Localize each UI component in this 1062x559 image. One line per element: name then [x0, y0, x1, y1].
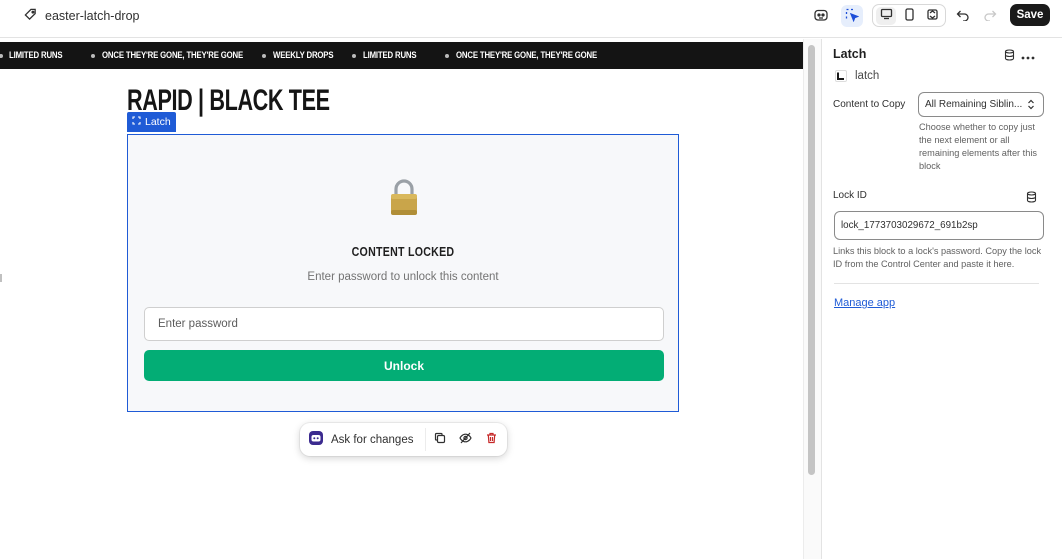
content-to-copy-select[interactable]: All Remaining Siblin...: [918, 92, 1044, 117]
marquee-item: LIMITED RUNS: [363, 50, 417, 61]
app-logo-icon: [835, 70, 847, 82]
tag-icon: [24, 8, 37, 24]
marquee-item: WEEKLY DROPS: [273, 50, 334, 61]
fullscreen-view-button[interactable]: [922, 7, 942, 25]
app-name: latch: [855, 70, 880, 82]
ask-for-changes-label: Ask for changes: [331, 433, 414, 446]
manage-app-link[interactable]: Manage app: [834, 297, 895, 309]
hide-button[interactable]: [458, 432, 472, 446]
marquee-item: LIMITED RUNS: [9, 50, 63, 61]
marquee-separator: [91, 53, 95, 58]
latch-block[interactable]: CONTENT LOCKED Enter password to unlock …: [127, 134, 679, 412]
marquee-item: ONCE THEY'RE GONE, THEY'RE GONE: [456, 50, 598, 61]
panel-divider: [834, 283, 1039, 284]
locked-heading: CONTENT LOCKED: [351, 245, 455, 259]
content-to-copy-label: Content to Copy: [833, 99, 906, 110]
canvas-scrollbar[interactable]: [803, 39, 822, 559]
lock-icon: [388, 177, 420, 217]
viewport-switcher: [872, 4, 946, 27]
toolbar-divider: [425, 428, 426, 451]
unlock-button[interactable]: Unlock: [144, 350, 664, 381]
lock-id-input[interactable]: lock_1773703029672_691b2sp: [834, 211, 1044, 240]
select-frame-icon: [132, 116, 141, 128]
marquee-separator: [0, 53, 3, 58]
mobile-view-button[interactable]: [899, 7, 919, 25]
cursor-select-icon: [845, 8, 860, 25]
chevron-up-down-icon: [1027, 98, 1035, 114]
ask-for-changes-button[interactable]: Ask for changes: [308, 430, 413, 449]
editor-canvas[interactable]: LIMITED RUNS ONCE THEY'RE GONE, THEY'RE …: [0, 39, 803, 559]
delete-button[interactable]: [484, 432, 498, 446]
save-button[interactable]: Save: [1010, 4, 1050, 26]
redo-icon: [983, 9, 997, 24]
block-label-text: Latch: [145, 116, 171, 128]
robot-icon: [813, 8, 829, 25]
theme-title[interactable]: easter-latch-drop: [24, 8, 140, 24]
eye-off-icon: [458, 432, 472, 447]
redo-button[interactable]: [979, 5, 1001, 27]
locked-subtitle: Enter password to unlock this content: [307, 271, 499, 283]
undo-icon: [956, 9, 970, 24]
canvas-edge-marker: [0, 274, 2, 282]
duplicate-button[interactable]: [433, 432, 447, 446]
inspect-button[interactable]: [841, 5, 863, 27]
content-to-copy-help: Choose whether to copy just the next ele…: [919, 122, 1037, 171]
lock-id-label: Lock ID: [833, 190, 867, 201]
settings-panel: Latch latch Content to Copy All Remainin…: [823, 39, 1062, 559]
block-label[interactable]: Latch: [127, 112, 176, 132]
top-bar: easter-latch-drop Save: [0, 0, 1062, 38]
desktop-view-button[interactable]: [876, 6, 896, 25]
dynamic-source-icon[interactable]: [1026, 191, 1037, 206]
expand-icon: [926, 8, 939, 24]
app-source-row: latch: [835, 70, 879, 82]
password-input[interactable]: Enter password: [144, 307, 664, 341]
marquee-separator: [445, 53, 449, 58]
trash-icon: [486, 432, 497, 447]
desktop-icon: [880, 8, 893, 23]
block-toolbar: Ask for changes: [300, 423, 507, 456]
mobile-icon: [904, 7, 915, 24]
more-options-icon[interactable]: [1021, 47, 1035, 63]
undo-button[interactable]: [952, 5, 974, 27]
panel-title: Latch: [833, 47, 867, 61]
marquee-separator: [352, 53, 356, 58]
scrollbar-thumb[interactable]: [808, 45, 815, 475]
duplicate-icon: [434, 432, 446, 447]
ai-assistant-button[interactable]: [810, 5, 832, 27]
lock-id-help: Links this block to a lock's password. C…: [833, 246, 1042, 269]
announcement-marquee[interactable]: LIMITED RUNS ONCE THEY'RE GONE, THEY'RE …: [0, 42, 803, 69]
theme-title-text: easter-latch-drop: [45, 9, 140, 23]
marquee-separator: [262, 53, 266, 58]
content-to-copy-value: All Remaining Siblin...: [925, 99, 1023, 110]
marquee-item: ONCE THEY'RE GONE, THEY'RE GONE: [102, 50, 244, 61]
database-icon[interactable]: [1004, 49, 1015, 64]
robot-icon: [308, 430, 324, 449]
